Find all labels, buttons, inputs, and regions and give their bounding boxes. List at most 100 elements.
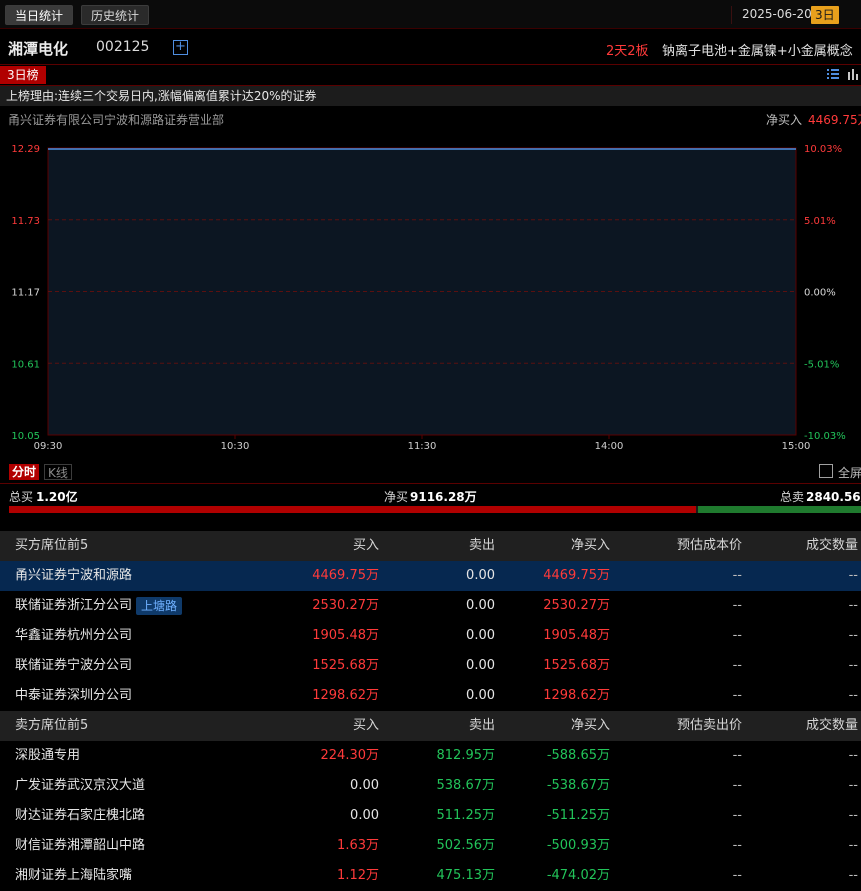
stock-code: 002125 — [96, 39, 150, 55]
tab-history-stats[interactable]: 历史统计 — [81, 5, 150, 25]
net-amount: 2530.27万 — [543, 598, 610, 613]
volume: -- — [848, 628, 858, 643]
table-row[interactable]: 财达证券石家庄槐北路 0.00 511.25万 -511.25万 -- -- — [0, 801, 861, 831]
x-tick-label: 09:30 — [34, 441, 63, 452]
table-row[interactable]: 甬兴证券宁波和源路 4469.75万 0.00 4469.75万 -- -- — [0, 561, 861, 591]
buy-amount: 0.00 — [350, 778, 379, 793]
seat-name[interactable]: 财达证券石家庄槐北路 — [15, 801, 145, 831]
x-tick-label: 14:00 — [595, 441, 624, 452]
branch-name: 甬兴证券有限公司宁波和源路证券营业部 — [8, 113, 225, 127]
sell-amount: 475.13万 — [436, 868, 496, 883]
table-row[interactable]: 联储证券浙江分公司 上塘路 2530.27万 0.00 2530.27万 -- -… — [0, 591, 861, 621]
volume: -- — [848, 598, 858, 613]
tab-3day-list[interactable]: 3日榜 — [0, 66, 46, 84]
listing-reason: 上榜理由:连续三个交易日内,涨幅偏离值累计达20%的证券 — [0, 86, 861, 106]
header-volume: 成交数量 — [805, 538, 858, 553]
header-est-sell-price: 预估卖出价 — [676, 718, 742, 733]
header-sell[interactable]: 卖出 — [469, 711, 495, 741]
tab-intraday[interactable]: 分时 — [9, 464, 40, 480]
buy-amount: 224.30万 — [320, 748, 380, 763]
est-sell-price: -- — [732, 778, 742, 793]
top-tab-bar: 当日统计 历史统计 2025-06-20 3日 — [0, 0, 861, 29]
divider — [0, 64, 861, 65]
header-sell[interactable]: 卖出 — [469, 531, 495, 561]
date-selector[interactable]: 2025-06-20 — [742, 7, 812, 21]
net-amount: -511.25万 — [546, 808, 610, 823]
y-tick-label-right: 0.00% — [804, 288, 836, 299]
table-row[interactable]: 中泰证券深圳分公司 1298.62万 0.00 1298.62万 -- -- — [0, 681, 861, 711]
y-tick-label-right: 10.03% — [804, 144, 842, 155]
plus-square-icon[interactable]: + — [173, 40, 188, 55]
seat-cell[interactable]: 联储证券浙江分公司 上塘路 — [15, 591, 183, 621]
y-tick-label-left: 10.61 — [11, 359, 40, 370]
est-sell-price: -- — [732, 868, 742, 883]
est-cost: -- — [732, 598, 742, 613]
est-cost: -- — [732, 568, 742, 583]
seat-name[interactable]: 甬兴证券宁波和源路 — [15, 561, 132, 591]
est-cost: -- — [732, 628, 742, 643]
buy-ratio-fill — [9, 506, 696, 513]
y-tick-label-left: 11.17 — [11, 288, 40, 299]
volume: -- — [848, 838, 858, 853]
net-value: 9116.28万 — [410, 490, 477, 504]
chart-svg: 12.29 10.03% 11.73 5.01% 11.17 0.00% 10.61 -5.0… — [11, 144, 845, 452]
net-buy-value: 4469.75万 — [808, 113, 861, 127]
header-net[interactable]: 净买入 — [571, 531, 610, 561]
seat-name[interactable]: 广发证券武汉京汉大道 — [15, 771, 145, 801]
x-tick-label: 10:30 — [221, 441, 250, 452]
tab-kline[interactable]: K线 — [44, 464, 72, 480]
buy-amount: 1298.62万 — [312, 688, 379, 703]
table-row[interactable]: 深股通专用 224.30万 812.95万 -588.65万 -- -- — [0, 741, 861, 771]
intraday-chart[interactable]: 12.29 10.03% 11.73 5.01% 11.17 0.00% 10.61 -5.0… — [0, 138, 861, 458]
x-tick-label: 11:30 — [408, 441, 437, 452]
buy-amount: 4469.75万 — [312, 568, 379, 583]
buy-amount: 2530.27万 — [312, 598, 379, 613]
header-buy[interactable]: 买入 — [353, 711, 379, 741]
sell-amount: 0.00 — [466, 628, 495, 643]
fullscreen-label[interactable]: 全屏 — [838, 464, 861, 481]
seat-tag-badge[interactable]: 上塘路 — [136, 596, 183, 615]
net-amount: -588.65万 — [546, 748, 610, 763]
table-row[interactable]: 华鑫证券杭州分公司 1905.48万 0.00 1905.48万 -- -- — [0, 621, 861, 651]
concept-tags: 钠离子电池+金属镍+小金属概念 — [662, 44, 853, 59]
net-amount: -474.02万 — [546, 868, 610, 883]
table-header: 卖方席位前5 买入 卖出 净买入 预估卖出价 成交数量 — [0, 711, 861, 741]
buy-amount: 0.00 — [350, 808, 379, 823]
table-row[interactable]: 联储证券宁波分公司 1525.68万 0.00 1525.68万 -- -- — [0, 651, 861, 681]
table-row[interactable]: 广发证券武汉京汉大道 0.00 538.67万 -538.67万 -- -- — [0, 771, 861, 801]
list-view-icon[interactable] — [826, 67, 842, 83]
bar-chart-icon[interactable] — [846, 67, 861, 83]
table-row[interactable]: 湘财证券上海陆家嘴 1.12万 475.13万 -474.02万 -- -- — [0, 861, 861, 891]
header-seat: 买方席位前5 — [15, 538, 89, 553]
table-row[interactable]: 财信证券湘潭韶山中路 1.63万 502.56万 -500.93万 -- -- — [0, 831, 861, 861]
sell-amount: 0.00 — [466, 568, 495, 583]
seat-name[interactable]: 财信证券湘潭韶山中路 — [15, 831, 145, 861]
y-tick-label-left: 12.29 — [11, 144, 40, 155]
buy-amount: 1905.48万 — [312, 628, 379, 643]
total-sell-label: 总卖 — [780, 490, 805, 504]
seat-name[interactable]: 华鑫证券杭州分公司 — [15, 621, 132, 651]
seat-name[interactable]: 湘财证券上海陆家嘴 — [15, 861, 132, 891]
est-cost: -- — [732, 688, 742, 703]
seat-name[interactable]: 深股通专用 — [15, 741, 80, 771]
net-amount: -538.67万 — [546, 778, 610, 793]
buy-amount: 1.12万 — [337, 868, 379, 883]
buy-amount: 1.63万 — [337, 838, 379, 853]
net-amount: 4469.75万 — [543, 568, 610, 583]
stock-name[interactable]: 湘潭电化 — [8, 38, 68, 59]
tab-today-stats[interactable]: 当日统计 — [5, 5, 74, 25]
y-tick-label-right: -5.01% — [804, 359, 839, 370]
header-buy[interactable]: 买入 — [353, 531, 379, 561]
seat-name[interactable]: 联储证券浙江分公司 — [15, 598, 132, 613]
fullscreen-icon[interactable] — [819, 464, 833, 478]
net-amount: 1298.62万 — [543, 688, 610, 703]
seat-name[interactable]: 联储证券宁波分公司 — [15, 651, 132, 681]
volume: -- — [848, 808, 858, 823]
sell-amount: 0.00 — [466, 688, 495, 703]
header-net[interactable]: 净买入 — [571, 711, 610, 741]
days-badge[interactable]: 3日 — [811, 6, 839, 24]
total-sell-value: 2840.56万 — [806, 490, 861, 504]
seat-name[interactable]: 中泰证券深圳分公司 — [15, 681, 132, 711]
volume: -- — [848, 778, 858, 793]
header-est-cost: 预估成本价 — [676, 538, 742, 553]
